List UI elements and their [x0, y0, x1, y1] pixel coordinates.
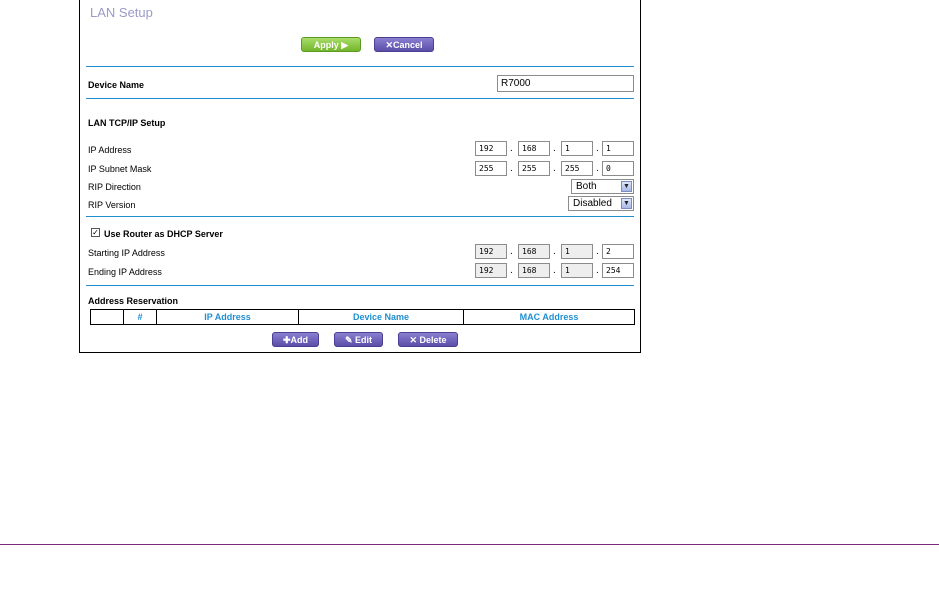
add-button[interactable]: ✚Add — [272, 332, 319, 347]
subnet-mask-octet-3[interactable]: 255 — [561, 161, 593, 176]
edit-button[interactable]: ✎ Edit — [334, 332, 383, 347]
cancel-button[interactable]: ✕Cancel — [374, 37, 434, 52]
separator: . — [510, 265, 513, 276]
separator: . — [596, 246, 599, 257]
check-icon: ✓ — [92, 228, 99, 237]
delete-button[interactable]: ✕ Delete — [398, 332, 458, 347]
column-header-device-name: Device Name — [298, 309, 464, 325]
divider — [86, 285, 634, 286]
reservation-table: # IP Address Device Name MAC Address — [90, 309, 635, 325]
table-header-row: # IP Address Device Name MAC Address — [90, 309, 635, 325]
starting-ip-octet-4[interactable]: 2 — [602, 244, 634, 259]
dhcp-server-checkbox[interactable]: ✓ — [91, 228, 100, 237]
separator: . — [553, 143, 556, 154]
rip-version-select[interactable]: Disabled ▼ — [568, 196, 634, 211]
dhcp-server-label: Use Router as DHCP Server — [104, 229, 223, 239]
tcpip-section-label: LAN TCP/IP Setup — [88, 118, 166, 128]
subnet-mask-label: IP Subnet Mask — [88, 164, 152, 174]
rip-version-label: RIP Version — [88, 200, 136, 210]
ending-ip-octet-4[interactable]: 254 — [602, 263, 634, 278]
apply-button[interactable]: Apply ▶ — [301, 37, 361, 52]
address-reservation-label: Address Reservation — [88, 296, 179, 306]
column-header-number: # — [123, 309, 157, 325]
chevron-down-icon[interactable]: ▼ — [621, 181, 632, 192]
subnet-mask-octet-4[interactable]: 0 — [602, 161, 634, 176]
separator: . — [553, 163, 556, 174]
starting-ip-octet-1: 192 — [475, 244, 507, 259]
ip-address-octet-3[interactable]: 1 — [561, 141, 593, 156]
ending-ip-octet-3: 1 — [561, 263, 593, 278]
starting-ip-octet-2: 168 — [518, 244, 550, 259]
separator: . — [553, 246, 556, 257]
separator: . — [510, 143, 513, 154]
ip-address-octet-2[interactable]: 168 — [518, 141, 550, 156]
separator: . — [596, 265, 599, 276]
footer-divider — [0, 544, 939, 545]
separator: . — [510, 163, 513, 174]
separator: . — [510, 246, 513, 257]
ip-address-label: IP Address — [88, 145, 132, 155]
separator: . — [596, 143, 599, 154]
device-name-label: Device Name — [88, 80, 145, 90]
separator: . — [596, 163, 599, 174]
column-header-ip-address: IP Address — [156, 309, 299, 325]
starting-ip-octet-3: 1 — [561, 244, 593, 259]
ending-ip-label: Ending IP Address — [88, 267, 162, 277]
subnet-mask-octet-2[interactable]: 255 — [518, 161, 550, 176]
column-header-select — [90, 309, 124, 325]
divider — [86, 66, 634, 67]
ending-ip-octet-2: 168 — [518, 263, 550, 278]
rip-direction-label: RIP Direction — [88, 182, 141, 192]
rip-version-value: Disabled — [573, 198, 612, 209]
divider — [86, 98, 634, 99]
separator: . — [553, 265, 556, 276]
rip-direction-value: Both — [576, 181, 597, 192]
subnet-mask-octet-1[interactable]: 255 — [475, 161, 507, 176]
divider — [86, 216, 634, 217]
lan-setup-panel: LAN Setup Apply ▶ ✕Cancel Device Name R7… — [79, 0, 641, 353]
ip-address-octet-1[interactable]: 192 — [475, 141, 507, 156]
column-header-mac-address: MAC Address — [463, 309, 635, 325]
chevron-down-icon[interactable]: ▼ — [621, 198, 632, 209]
rip-direction-select[interactable]: Both ▼ — [571, 179, 634, 194]
page-title: LAN Setup — [90, 5, 153, 20]
ending-ip-octet-1: 192 — [475, 263, 507, 278]
device-name-field[interactable]: R7000 — [497, 75, 634, 92]
ip-address-octet-4[interactable]: 1 — [602, 141, 634, 156]
starting-ip-label: Starting IP Address — [88, 248, 165, 258]
